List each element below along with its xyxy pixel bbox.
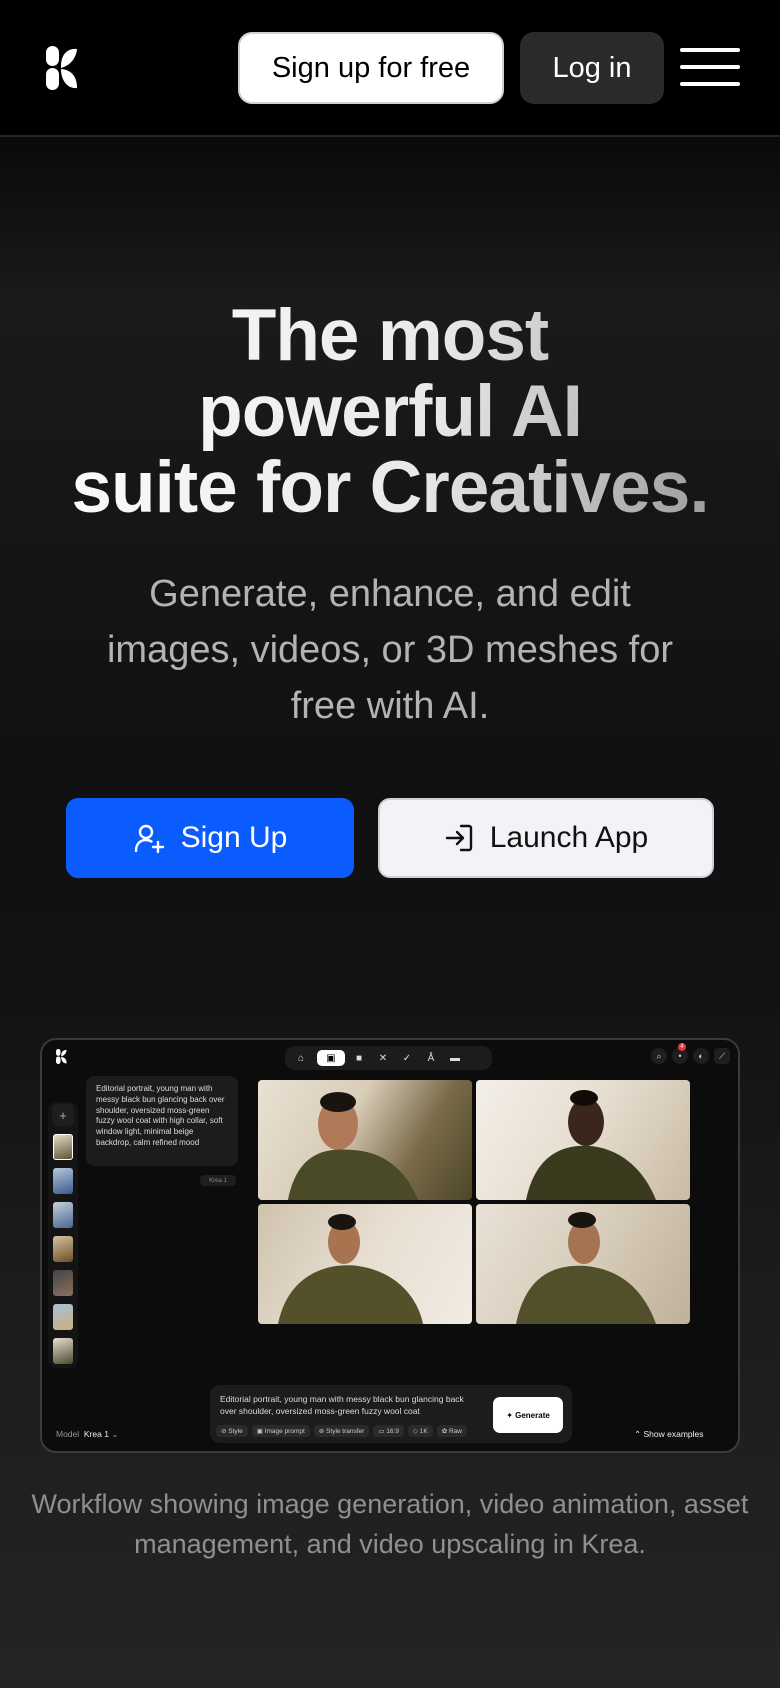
raw-chip: ✿ Raw xyxy=(436,1425,467,1437)
history-thumbnail xyxy=(53,1202,73,1228)
history-thumbnail xyxy=(53,1304,73,1330)
prompt-bar: Editorial portrait, young man with messy… xyxy=(210,1385,572,1443)
chip-label: 1K xyxy=(419,1427,428,1435)
image-icon: ▣ xyxy=(317,1050,345,1066)
hero-title-line: powerful AI xyxy=(198,371,582,452)
chip-label: Style xyxy=(228,1427,243,1435)
generated-image xyxy=(258,1204,472,1324)
history-thumbnail xyxy=(53,1338,73,1364)
portrait-figure xyxy=(526,1090,656,1200)
hamburger-menu-icon[interactable] xyxy=(680,48,740,86)
site-header: Sign up for free Log in xyxy=(0,0,780,137)
avatar: ⟋ xyxy=(714,1048,730,1064)
model-selector: Model Krea 1 ⌄ xyxy=(56,1429,119,1439)
preview-toolbar: ⌂ ▣ ■ ✕ ✓ Å ▬ xyxy=(285,1046,492,1070)
model-label: Model xyxy=(56,1429,80,1439)
sign-up-button[interactable]: Sign Up xyxy=(66,798,354,878)
chip-label: Style transfer xyxy=(326,1427,365,1435)
aspect-ratio-chip: ▭ 16:9 xyxy=(373,1425,404,1437)
sign-up-label: Sign Up xyxy=(180,821,288,854)
launch-app-button[interactable]: Launch App xyxy=(378,798,714,878)
hero-title-line: The most xyxy=(231,295,549,376)
history-rail: + xyxy=(48,1102,78,1368)
video-icon: ■ xyxy=(355,1052,363,1064)
style-chip: ⊘ Style xyxy=(216,1425,248,1437)
hero-title: The most powerful AI suite for Creatives… xyxy=(0,298,780,526)
history-thumbnail xyxy=(53,1236,73,1262)
portrait-figure xyxy=(278,1214,423,1324)
generated-image xyxy=(258,1080,472,1200)
show-examples-label: Show examples xyxy=(643,1429,704,1439)
chip-label: 16:9 xyxy=(386,1427,399,1435)
image-prompt-chip: ▣ Image prompt xyxy=(251,1425,310,1437)
search-icon: ⌕ xyxy=(651,1048,667,1064)
preview-caption: Workflow showing image generation, video… xyxy=(31,1489,749,1559)
plus-icon: + xyxy=(52,1104,74,1126)
chip-label: Raw xyxy=(448,1427,462,1435)
generated-image xyxy=(476,1204,690,1324)
model-value: Krea 1 xyxy=(83,1429,109,1439)
prompt-input: Editorial portrait, young man with messy… xyxy=(220,1394,464,1416)
resolution-chip: ◇ 1K xyxy=(407,1425,433,1437)
theme-icon: ◐ xyxy=(693,1048,709,1064)
history-thumbnail xyxy=(53,1270,73,1296)
notification-badge: 4 xyxy=(678,1043,686,1051)
portrait-figure xyxy=(516,1212,656,1324)
chip-label: Image prompt xyxy=(264,1427,305,1435)
app-preview: ⌂ ▣ ■ ✕ ✓ Å ▬ ⌕ • 4 ◐ ⟋ + Editorial port… xyxy=(40,1038,740,1453)
krea-logo-icon[interactable] xyxy=(46,46,78,90)
prompt-options: ⊘ Style ▣ Image prompt ⊛ Style transfer … xyxy=(216,1425,467,1437)
generate-label: Generate xyxy=(515,1410,550,1420)
realtime-icon: Å xyxy=(427,1052,435,1064)
krea-logo-icon xyxy=(56,1049,67,1064)
hero-subtitle: Generate, enhance, and edit images, vide… xyxy=(106,573,673,727)
generate-button: ✦ Generate xyxy=(493,1397,563,1433)
hero-title-line: suite for Creatives. xyxy=(71,447,709,528)
style-transfer-chip: ⊛ Style transfer xyxy=(313,1425,370,1437)
log-in-button[interactable]: Log in xyxy=(520,32,664,104)
enhance-icon: ✕ xyxy=(378,1052,388,1064)
user-plus-icon xyxy=(134,824,164,854)
history-thumbnail xyxy=(53,1168,73,1194)
generated-image xyxy=(476,1080,690,1200)
portrait-figure xyxy=(288,1092,418,1200)
sign-in-icon xyxy=(445,824,472,852)
folder-icon: ▬ xyxy=(450,1052,460,1064)
history-thumbnail xyxy=(53,1134,73,1160)
model-tag: Krea 1 xyxy=(200,1175,236,1186)
sign-up-free-button[interactable]: Sign up for free xyxy=(238,32,504,104)
launch-app-label: Launch App xyxy=(489,821,649,854)
show-examples-toggle: ⌃ Show examples xyxy=(634,1429,704,1439)
prompt-card: Editorial portrait, young man with messy… xyxy=(86,1076,238,1166)
edit-icon: ✓ xyxy=(402,1052,412,1064)
home-icon: ⌂ xyxy=(297,1052,305,1064)
